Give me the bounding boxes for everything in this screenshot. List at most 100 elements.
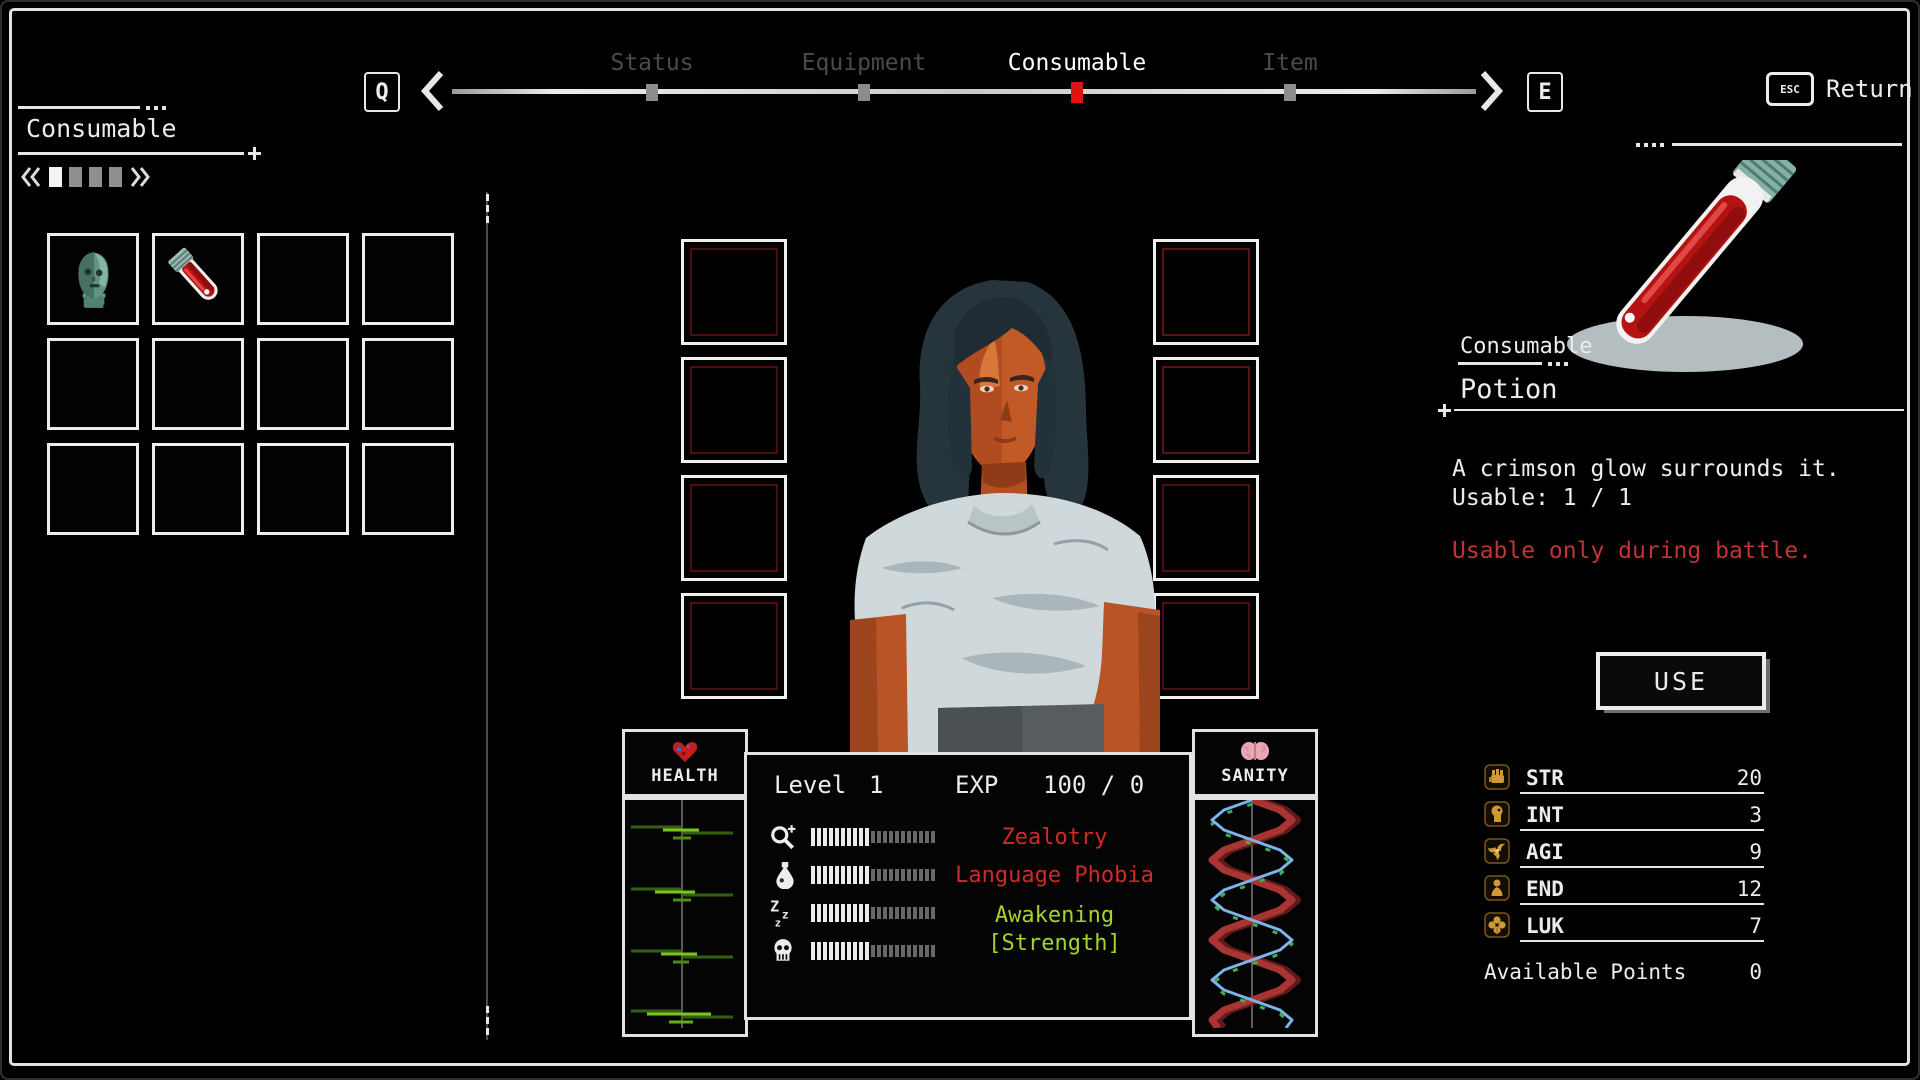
inventory-slot-12[interactable] (362, 443, 454, 535)
use-button[interactable]: USE (1596, 652, 1766, 710)
category-underline (1458, 362, 1542, 365)
tab-item[interactable]: Item (1262, 50, 1317, 76)
figure-icon (1484, 875, 1510, 901)
stat-abbr-str: STR (1526, 766, 1564, 790)
exp-value: 100 / 0 (1043, 771, 1144, 799)
left-panel-title: Consumable (26, 114, 177, 143)
inventory-slot-1[interactable] (47, 233, 139, 325)
tab-marker-item (1284, 84, 1296, 101)
item-description-line1: A crimson glow surrounds it. (1452, 456, 1840, 482)
inventory-slot-2[interactable] (152, 233, 244, 325)
item-category: Consumable (1460, 334, 1592, 359)
stat-value-str: 20 (1680, 766, 1762, 790)
line-end-marker (248, 147, 261, 160)
return-label: Return (1826, 75, 1913, 103)
battle-slot[interactable] (1153, 593, 1259, 699)
sleep-icon: Z z z (769, 899, 799, 929)
battle-slot[interactable] (681, 357, 787, 463)
available-points-label: Available Points (1484, 960, 1686, 984)
page-selector (20, 166, 151, 188)
magnifier-icon (769, 823, 797, 851)
left-header-line-bottom (18, 152, 244, 155)
inventory-slot-11[interactable] (257, 443, 349, 535)
battle-slot[interactable] (1153, 357, 1259, 463)
page-indicator[interactable] (49, 167, 62, 187)
blood-vial-icon (165, 246, 231, 312)
stat-value-luk: 7 (1680, 914, 1762, 938)
category-underline-dots (1548, 362, 1568, 366)
health-graph (622, 797, 748, 1037)
battle-slot-column-right (1153, 239, 1259, 699)
inventory-slot-10[interactable] (152, 443, 244, 535)
tab-rail (452, 89, 1476, 94)
right-header-line (1672, 143, 1902, 146)
status-bar-filled (811, 828, 869, 846)
inventory-slot-5[interactable] (47, 338, 139, 430)
status-bar-filled (811, 866, 869, 884)
name-line-marker (1438, 404, 1451, 417)
sanity-graph (1192, 797, 1318, 1037)
stone-bust-icon (60, 246, 126, 312)
battle-slot[interactable] (681, 593, 787, 699)
character-portrait (842, 268, 1164, 752)
left-header-dots (146, 106, 166, 110)
health-label: HEALTH (651, 766, 718, 786)
stat-abbr-agi: AGI (1526, 840, 1564, 864)
status-bar-empty (871, 945, 935, 957)
droplet-icon (771, 861, 799, 889)
level-label: Level (774, 771, 846, 799)
battle-slot[interactable] (1153, 239, 1259, 345)
stat-abbr-end: END (1526, 877, 1564, 901)
item-warning: Usable only during battle. (1452, 538, 1812, 564)
tab-marker-consumable (1071, 82, 1083, 103)
heart-icon (671, 740, 699, 764)
inventory-slot-7[interactable] (257, 338, 349, 430)
page-next-icon[interactable] (129, 166, 151, 188)
inventory-slot-6[interactable] (152, 338, 244, 430)
page-indicator[interactable] (109, 167, 122, 187)
status-bar-empty (871, 907, 935, 919)
status-effect: Zealotry (927, 825, 1182, 850)
inventory-slot-3[interactable] (257, 233, 349, 325)
stat-value-end: 12 (1680, 877, 1762, 901)
nav-next-chevron-icon[interactable] (1478, 70, 1504, 112)
level-value: 1 (869, 771, 883, 799)
health-panel-header: HEALTH (622, 729, 748, 797)
status-bar-filled (811, 942, 869, 960)
battle-slot[interactable] (1153, 475, 1259, 581)
tab-consumable[interactable]: Consumable (1008, 50, 1146, 76)
left-header-line-top (18, 106, 140, 109)
status-bar-empty (871, 831, 935, 843)
svg-text:z: z (782, 908, 789, 922)
available-points-value: 0 (1680, 960, 1762, 984)
tab-equipment[interactable]: Equipment (802, 50, 927, 76)
stat-abbr-luk: LUK (1526, 914, 1564, 938)
status-effect: Language Phobia (927, 863, 1182, 888)
svg-text:Z: Z (770, 899, 779, 916)
e-key-button[interactable]: E (1527, 72, 1563, 112)
head-icon (1484, 801, 1510, 827)
stat-abbr-int: INT (1526, 803, 1564, 827)
skull-icon (769, 937, 797, 965)
q-key-button[interactable]: Q (364, 72, 400, 112)
battle-slot[interactable] (681, 239, 787, 345)
page-prev-icon[interactable] (20, 166, 42, 188)
inventory-slot-9[interactable] (47, 443, 139, 535)
return-control[interactable]: ESC Return (1766, 72, 1913, 106)
battle-slot[interactable] (681, 475, 787, 581)
nav-prev-chevron-icon[interactable] (420, 70, 446, 112)
character-info-panel: Level 1 EXP 100 / 0 Z z z Zealotry Langu… (744, 752, 1192, 1020)
sanity-label: SANITY (1221, 766, 1288, 786)
item-name: Potion (1460, 374, 1558, 405)
inventory-slot-8[interactable] (362, 338, 454, 430)
status-effect: [Strength] (927, 931, 1182, 956)
right-header-dots (1636, 143, 1664, 147)
tab-status[interactable]: Status (610, 50, 693, 76)
status-effect: Awakening (927, 903, 1182, 928)
item-name-underline (1454, 409, 1904, 411)
inventory-grid (47, 233, 454, 535)
panel-divider (486, 192, 488, 1040)
page-indicator[interactable] (89, 167, 102, 187)
page-indicator[interactable] (69, 167, 82, 187)
inventory-slot-4[interactable] (362, 233, 454, 325)
